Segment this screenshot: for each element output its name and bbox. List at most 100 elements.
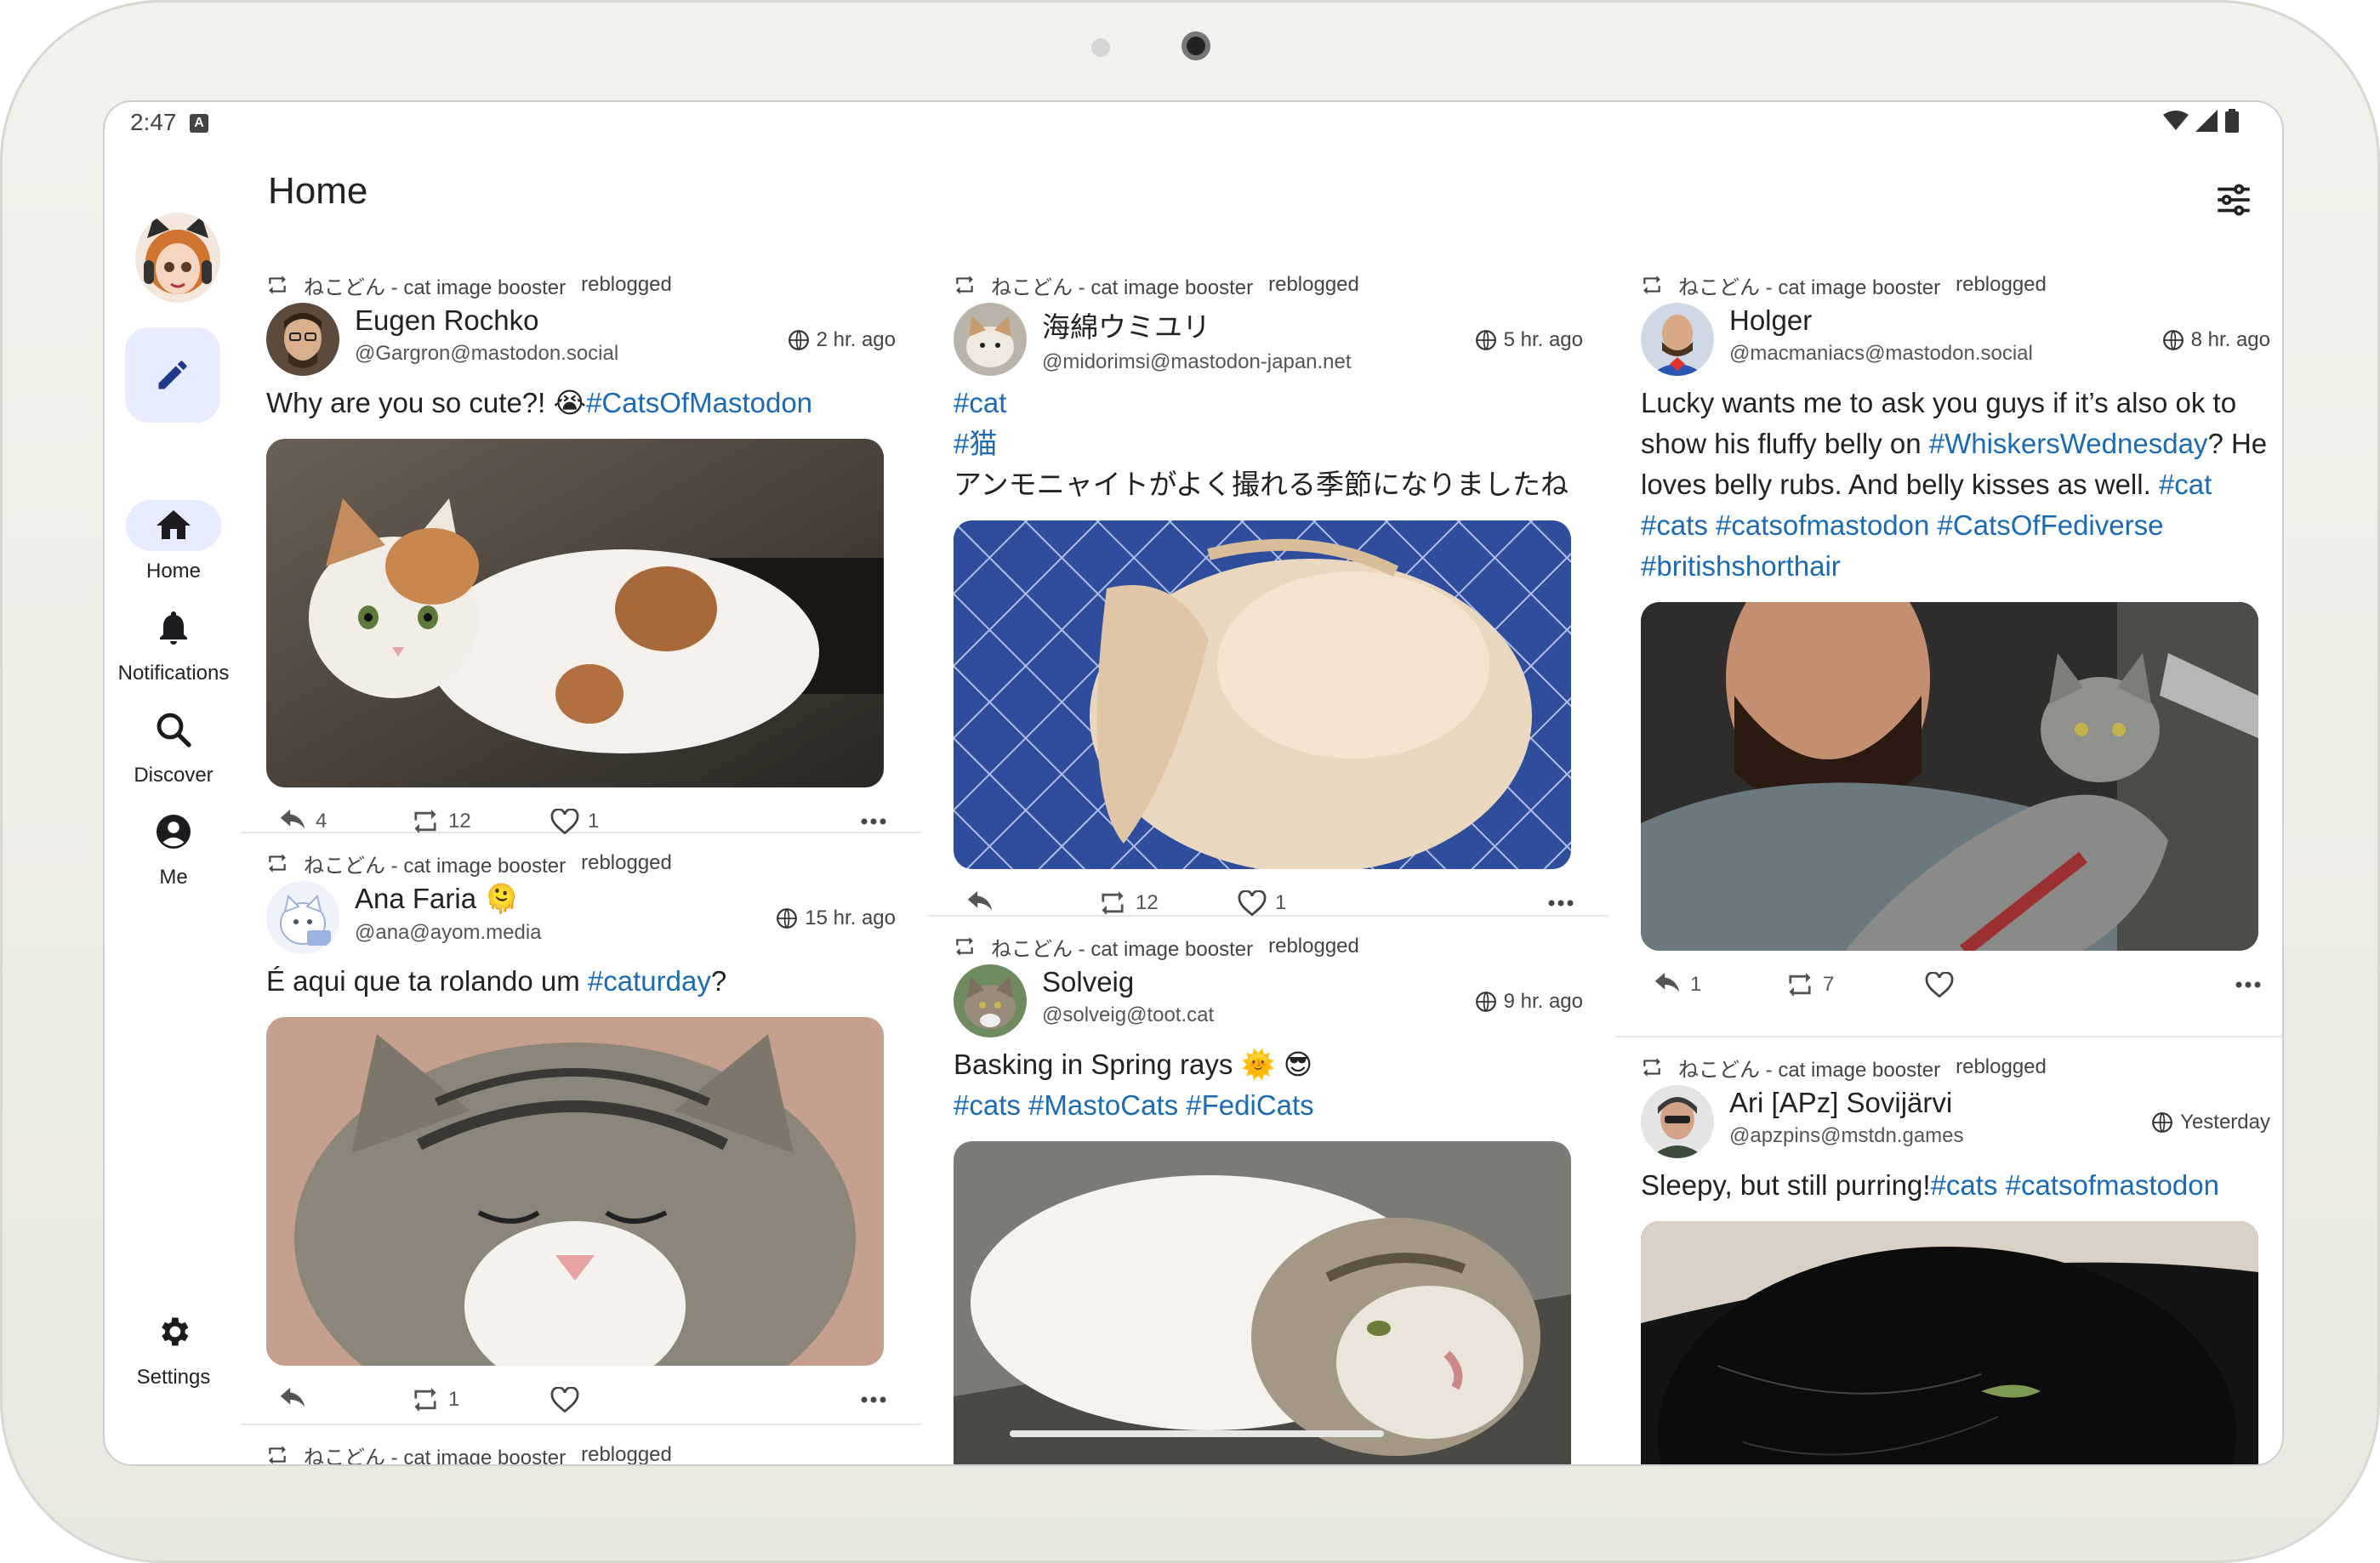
post-card[interactable]: ねこどん - cat image booster reblogged Ari [… bbox=[1615, 1037, 2282, 1464]
rail-item-settings[interactable]: Settings bbox=[105, 1306, 242, 1390]
boost-button[interactable]: 12 bbox=[411, 810, 471, 833]
post-card[interactable]: ねこどん - cat image booster reblogged bbox=[241, 1425, 921, 1465]
settings-pill bbox=[126, 1306, 221, 1357]
status-bar: 2:47 A bbox=[105, 102, 2282, 153]
hashtag-link[interactable]: #猫 bbox=[954, 428, 997, 459]
rail-item-me[interactable]: Me bbox=[105, 806, 242, 889]
favourite-button[interactable] bbox=[1925, 972, 1962, 997]
avatar[interactable] bbox=[1641, 1085, 1714, 1158]
boost-button[interactable]: 1 bbox=[411, 1388, 459, 1412]
post-image[interactable] bbox=[954, 1141, 1571, 1464]
post-card[interactable]: ねこどん - cat image booster reblogged Ana F… bbox=[241, 833, 921, 1425]
rail-label-discover: Discover bbox=[134, 764, 214, 787]
timeline-column-2: ねこどん - cat image booster reblogged 海綿ウミユ… bbox=[928, 255, 1608, 1464]
boost-action: reblogged bbox=[1268, 273, 1359, 296]
booster-name[interactable]: ねこどん - cat image booster bbox=[1678, 270, 1940, 300]
post-card[interactable]: ねこどん - cat image booster reblogged Eugen… bbox=[241, 255, 921, 834]
post-image[interactable] bbox=[954, 520, 1571, 869]
boost-button[interactable]: 12 bbox=[1098, 891, 1159, 915]
author-name[interactable]: 海綿ウミユリ bbox=[1042, 304, 1352, 345]
hashtag-link[interactable]: #cats #MastoCats #FediCats bbox=[954, 1089, 1314, 1121]
hashtag-link[interactable]: #cat bbox=[954, 387, 1006, 418]
reply-icon bbox=[280, 809, 305, 829]
globe-icon bbox=[788, 330, 809, 350]
avatar[interactable] bbox=[266, 881, 339, 954]
post-content: Lucky wants me to ask you guys if it’s a… bbox=[1641, 383, 2270, 587]
reply-button[interactable] bbox=[965, 890, 1003, 916]
favourite-button[interactable]: 1 bbox=[550, 809, 599, 834]
favourite-button[interactable]: 1 bbox=[1238, 890, 1286, 916]
avatar[interactable] bbox=[1641, 303, 1714, 376]
reply-icon bbox=[967, 890, 993, 911]
post-card[interactable]: ねこどん - cat image booster reblogged 海綿ウミユ… bbox=[928, 255, 1608, 917]
heart-icon bbox=[1925, 972, 1954, 997]
post-author: Eugen Rochko @Gargron@mastodon.social 2 … bbox=[266, 303, 896, 384]
filter-settings-button[interactable] bbox=[2212, 179, 2255, 221]
post-image[interactable] bbox=[1641, 1221, 2258, 1464]
booster-name[interactable]: ねこどん - cat image booster bbox=[304, 270, 566, 300]
post-card[interactable]: ねこどん - cat image booster reblogged Solve… bbox=[928, 917, 1608, 1464]
author-name[interactable]: Eugen Rochko bbox=[355, 304, 618, 337]
compose-button[interactable] bbox=[125, 327, 220, 423]
author-name[interactable]: Solveig bbox=[1042, 966, 1214, 998]
post-content: Why are you so cute?! 😭#CatsOfMastodon bbox=[266, 383, 896, 423]
post-content: Sleepy, but still purring!#cats #catsofm… bbox=[1641, 1165, 2270, 1206]
account-avatar[interactable] bbox=[135, 213, 220, 303]
heart-icon bbox=[550, 1387, 579, 1412]
post-image[interactable] bbox=[266, 439, 884, 787]
post-image[interactable] bbox=[1641, 602, 2258, 951]
rail-item-notifications[interactable]: Notifications bbox=[105, 602, 242, 685]
post-author: Ari [APz] Sovijärvi @apzpins@mstdn.games… bbox=[1641, 1085, 2270, 1167]
more-button[interactable] bbox=[860, 817, 887, 826]
wifi-icon bbox=[2163, 111, 2189, 130]
rail-item-discover[interactable]: Discover bbox=[105, 704, 242, 787]
booster-name[interactable]: ねこどん - cat image booster bbox=[991, 270, 1253, 300]
reply-button[interactable]: 1 bbox=[1653, 972, 1701, 997]
reply-button[interactable]: 4 bbox=[278, 809, 327, 834]
post-actions: 1 7 bbox=[1641, 951, 2270, 1019]
front-camera bbox=[1181, 31, 1210, 60]
avatar[interactable] bbox=[266, 303, 339, 376]
post-actions: 1 bbox=[266, 1366, 896, 1434]
more-horizontal-icon bbox=[861, 1396, 886, 1403]
more-horizontal-icon bbox=[1548, 900, 1574, 907]
post-text: É aqui que ta rolando um bbox=[266, 965, 588, 997]
home-pill bbox=[126, 500, 221, 551]
post-time: 15 hr. ago bbox=[776, 907, 896, 930]
more-button[interactable] bbox=[1547, 899, 1574, 907]
hashtag-link[interactable]: #WhiskersWednesday bbox=[1929, 428, 2208, 459]
boost-action: reblogged bbox=[581, 851, 672, 874]
hashtag-link[interactable]: #caturday bbox=[588, 965, 711, 997]
more-button[interactable] bbox=[2235, 980, 2262, 989]
booster-name[interactable]: ねこどん - cat image booster bbox=[304, 849, 566, 878]
booster-name[interactable]: ねこどん - cat image booster bbox=[304, 1441, 566, 1465]
author-name[interactable]: Ana Faria 🫠 bbox=[355, 883, 542, 916]
booster-name[interactable]: ねこどん - cat image booster bbox=[991, 932, 1253, 962]
cell-signal-icon bbox=[2195, 110, 2218, 132]
hashtag-link[interactable]: #cats #catsofmastodon bbox=[1931, 1169, 2219, 1201]
booster-name[interactable]: ねこどん - cat image booster bbox=[1678, 1053, 1940, 1083]
tune-icon bbox=[2218, 184, 2250, 216]
boost-action: reblogged bbox=[1956, 273, 2047, 296]
more-button[interactable] bbox=[860, 1395, 887, 1404]
reply-button[interactable] bbox=[278, 1387, 316, 1412]
front-sensor bbox=[1091, 38, 1110, 57]
post-time: 9 hr. ago bbox=[1475, 990, 1583, 1014]
author-name[interactable]: Ari [APz] Sovijärvi bbox=[1729, 1087, 1964, 1119]
boost-button[interactable]: 7 bbox=[1785, 973, 1834, 997]
timeline-column-1: ねこどん - cat image booster reblogged Eugen… bbox=[241, 255, 921, 1465]
post-time: Yesterday bbox=[2151, 1111, 2270, 1134]
post-image[interactable] bbox=[266, 1017, 884, 1366]
avatar[interactable] bbox=[954, 964, 1027, 1037]
post-card[interactable]: ねこどん - cat image booster reblogged Holge… bbox=[1615, 255, 2282, 1037]
gesture-handle[interactable] bbox=[1010, 1430, 1384, 1437]
post-author: 海綿ウミユリ @midorimsi@mastodon-japan.net 5 h… bbox=[954, 303, 1583, 384]
rail-item-home[interactable]: Home bbox=[105, 500, 242, 583]
author-name[interactable]: Holger bbox=[1729, 304, 2033, 337]
avatar[interactable] bbox=[954, 303, 1027, 376]
globe-icon bbox=[777, 908, 798, 929]
boost-line: ねこどん - cat image booster reblogged bbox=[954, 917, 1583, 964]
favourite-button[interactable] bbox=[550, 1387, 588, 1412]
hashtag-link[interactable]: #CatsOfMastodon bbox=[586, 387, 812, 418]
reply-icon bbox=[280, 1387, 305, 1407]
